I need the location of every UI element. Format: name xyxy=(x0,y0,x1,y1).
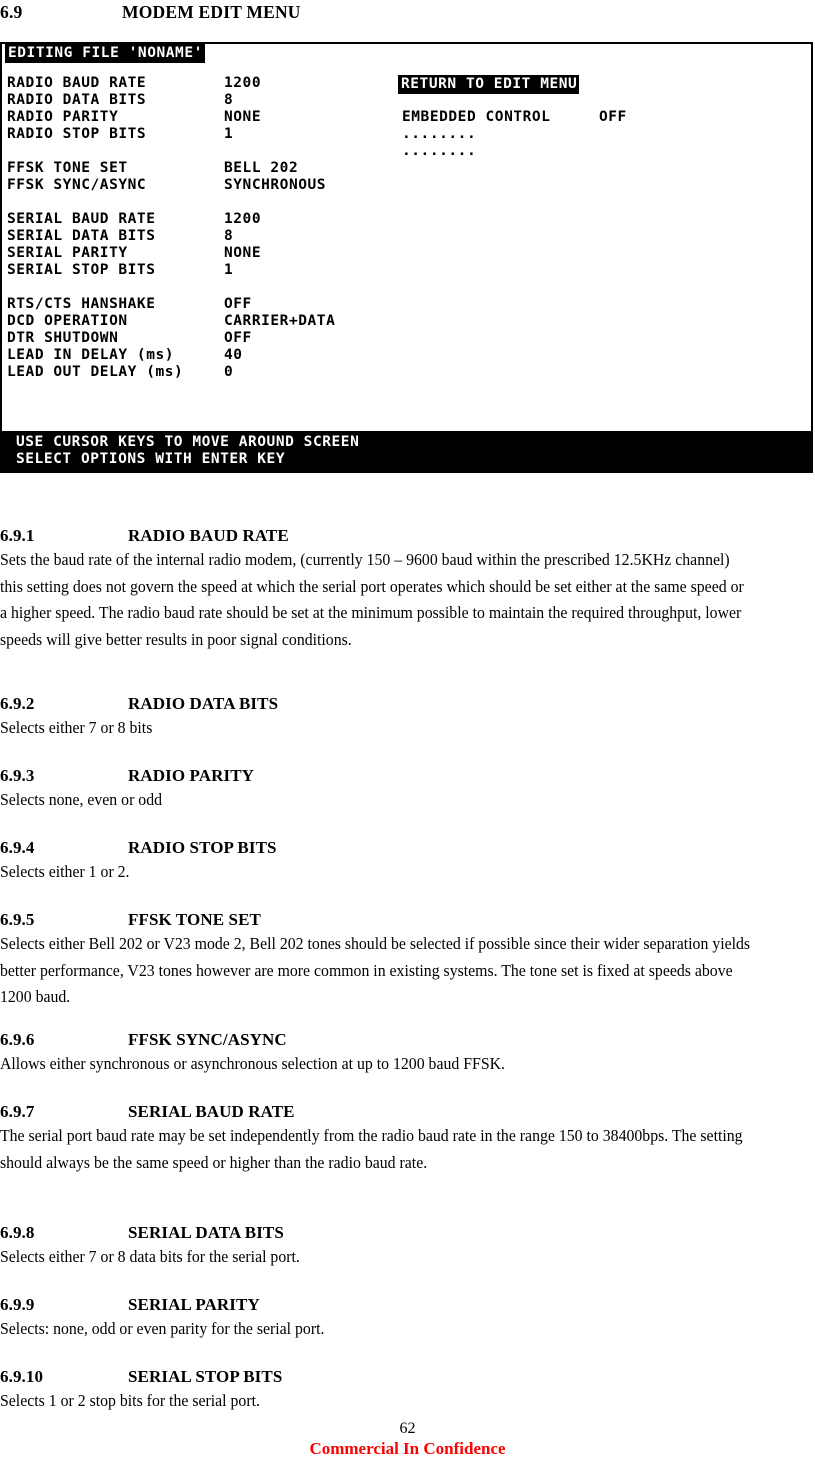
section-body: Allows either synchronous or asynchronou… xyxy=(0,1054,505,1073)
page-number: 62 xyxy=(399,1420,416,1437)
section-title: RADIO STOP BITS xyxy=(128,838,277,857)
section-heading: 6.9.3 RADIO PARITY xyxy=(0,764,815,787)
field-label-radio-baud-rate: RADIO BAUD RATE xyxy=(7,75,147,91)
section-number: 6.9.2 xyxy=(0,694,35,713)
field-value-rts-cts-handshake[interactable]: OFF xyxy=(224,296,252,313)
field-label-serial-baud-rate: SERIAL BAUD RATE xyxy=(7,211,156,227)
section-body: Selects either 7 or 8 bits xyxy=(0,718,153,737)
section-6-9-10: 6.9.10 SERIAL STOP BITS Selects 1 or 2 st… xyxy=(0,1365,815,1415)
section-6-9-1: 6.9.1 RADIO BAUD RATE Sets the baud rate … xyxy=(0,524,815,653)
section-number: 6.9.5 xyxy=(0,910,35,929)
section-heading: 6.9.7 SERIAL BAUD RATE xyxy=(0,1100,815,1123)
terminal-title-bar-label: EDITING FILE 'NONAME' xyxy=(5,44,205,63)
section-heading: 6.9.4 RADIO STOP BITS xyxy=(0,836,815,859)
section-title: RADIO DATA BITS xyxy=(128,694,279,713)
field-value-radio-data-bits[interactable]: 8 xyxy=(224,92,233,109)
section-body: Selects either 1 or 2. xyxy=(0,862,130,881)
section-number: 6.9.3 xyxy=(0,766,35,785)
modem-edit-menu-terminal: EDITING FILE 'NONAME' RADIO BAUD RATE RA… xyxy=(0,42,813,473)
section-heading: 6.9.5 FFSK TONE SET xyxy=(0,908,815,931)
section-number: 6.9.10 xyxy=(0,1367,44,1386)
field-label-serial-stop-bits: SERIAL STOP BITS xyxy=(7,262,156,278)
section-6-9-6: 6.9.6 FFSK SYNC/ASYNC Allows either synch… xyxy=(0,1028,815,1078)
page-title-text: MODEM EDIT MENU xyxy=(122,2,301,22)
field-value-ffsk-sync-async[interactable]: SYNCHRONOUS xyxy=(224,177,326,194)
terminal-help-line-2: SELECT OPTIONS WITH ENTER KEY xyxy=(16,451,286,467)
section-6-9-8: 6.9.8 SERIAL DATA BITS Selects either 7 o… xyxy=(0,1221,815,1271)
field-label-placeholder-2[interactable]: ........ xyxy=(402,143,476,160)
field-label-rts-cts-handshake: RTS/CTS HANSHAKE xyxy=(7,296,156,312)
field-label-radio-stop-bits: RADIO STOP BITS xyxy=(7,126,147,142)
section-body: Selects 1 or 2 stop bits for the serial … xyxy=(0,1391,260,1410)
section-number: 6.9.6 xyxy=(0,1030,35,1049)
field-label-placeholder-1[interactable]: ........ xyxy=(402,126,476,143)
field-label-radio-data-bits: RADIO DATA BITS xyxy=(7,92,147,108)
field-label-dtr-shutdown: DTR SHUTDOWN xyxy=(7,330,119,346)
section-title: FFSK SYNC/ASYNC xyxy=(128,1030,287,1049)
field-value-embedded-control[interactable]: OFF xyxy=(599,109,627,126)
section-heading: 6.9.1 RADIO BAUD RATE xyxy=(0,524,815,547)
section-number: 6.9.9 xyxy=(0,1295,35,1314)
field-value-serial-stop-bits[interactable]: 1 xyxy=(224,262,233,279)
section-title: SERIAL BAUD RATE xyxy=(128,1102,295,1121)
field-value-radio-stop-bits[interactable]: 1 xyxy=(224,126,233,143)
terminal-title-bar: EDITING FILE 'NONAME' xyxy=(5,44,205,63)
field-label-dcd-operation: DCD OPERATION xyxy=(7,313,128,329)
section-body: Selects none, even or odd xyxy=(0,790,163,809)
section-number: 6.9.8 xyxy=(0,1223,35,1242)
field-label-embedded-control: EMBEDDED CONTROL xyxy=(402,109,551,125)
field-label-radio-parity: RADIO PARITY xyxy=(7,109,119,125)
page-title-number: 6.9 xyxy=(0,2,23,22)
section-heading: 6.9.9 SERIAL PARITY xyxy=(0,1293,815,1316)
section-6-9-5: 6.9.5 FFSK TONE SET Selects either Bell 2… xyxy=(0,908,815,1011)
section-6-9-9: 6.9.9 SERIAL PARITY Selects: none, odd or… xyxy=(0,1293,815,1343)
page-title: 6.9 MODEM EDIT MENU xyxy=(0,0,815,26)
return-to-edit-menu-button[interactable]: RETURN TO EDIT MENU xyxy=(398,75,580,94)
section-title: RADIO PARITY xyxy=(128,766,255,785)
section-body: Selects: none, odd or even parity for th… xyxy=(0,1319,325,1338)
field-value-radio-parity[interactable]: NONE xyxy=(224,109,261,126)
field-value-serial-data-bits[interactable]: 8 xyxy=(224,228,233,245)
terminal-help-line-1: USE CURSOR KEYS TO MOVE AROUND SCREEN xyxy=(16,434,360,450)
section-body: Selects either Bell 202 or V23 mode 2, B… xyxy=(0,934,751,1006)
section-number: 6.9.4 xyxy=(0,838,35,857)
field-label-lead-in-delay: LEAD IN DELAY (ms) xyxy=(7,347,175,363)
return-to-edit-menu-label: RETURN TO EDIT MENU xyxy=(398,75,580,94)
section-body: Selects either 7 or 8 data bits for the … xyxy=(0,1247,300,1266)
section-heading: 6.9.2 RADIO DATA BITS xyxy=(0,692,815,715)
section-6-9-4: 6.9.4 RADIO STOP BITS Selects either 1 or… xyxy=(0,836,815,886)
field-label-lead-out-delay: LEAD OUT DELAY (ms) xyxy=(7,364,184,380)
field-value-radio-baud-rate[interactable]: 1200 xyxy=(224,75,261,92)
field-value-dtr-shutdown[interactable]: OFF xyxy=(224,330,252,347)
section-heading: 6.9.8 SERIAL DATA BITS xyxy=(0,1221,815,1244)
section-title: FFSK TONE SET xyxy=(128,910,261,929)
section-title: SERIAL PARITY xyxy=(128,1295,260,1314)
section-6-9-2: 6.9.2 RADIO DATA BITS Selects either 7 or… xyxy=(0,692,815,742)
field-value-dcd-operation[interactable]: CARRIER+DATA xyxy=(224,313,335,330)
section-heading: 6.9.6 FFSK SYNC/ASYNC xyxy=(0,1028,815,1051)
section-6-9-3: 6.9.3 RADIO PARITY Selects none, even or … xyxy=(0,764,815,814)
field-value-ffsk-tone-set[interactable]: BELL 202 xyxy=(224,160,298,177)
section-heading: 6.9.10 SERIAL STOP BITS xyxy=(0,1365,815,1388)
confidentiality-notice: Commercial In Confidence xyxy=(309,1439,506,1458)
field-value-serial-parity[interactable]: NONE xyxy=(224,245,261,262)
section-number: 6.9.1 xyxy=(0,526,35,545)
field-value-lead-out-delay[interactable]: 0 xyxy=(224,364,233,381)
section-body: Sets the baud rate of the internal radio… xyxy=(0,550,744,649)
field-value-serial-baud-rate[interactable]: 1200 xyxy=(224,211,261,228)
section-body: The serial port baud rate may be set ind… xyxy=(0,1126,743,1172)
field-label-serial-parity: SERIAL PARITY xyxy=(7,245,128,261)
section-number: 6.9.7 xyxy=(0,1102,35,1121)
section-title: SERIAL DATA BITS xyxy=(128,1223,284,1242)
field-value-lead-in-delay[interactable]: 40 xyxy=(224,347,243,364)
section-title: RADIO BAUD RATE xyxy=(128,526,289,545)
terminal-help-bar: USE CURSOR KEYS TO MOVE AROUND SCREEN SE… xyxy=(2,431,811,471)
terminal-screen: EDITING FILE 'NONAME' RADIO BAUD RATE RA… xyxy=(2,44,811,471)
field-label-ffsk-tone-set: FFSK TONE SET xyxy=(7,160,128,176)
field-label-ffsk-sync-async: FFSK SYNC/ASYNC xyxy=(7,177,147,193)
field-label-serial-data-bits: SERIAL DATA BITS xyxy=(7,228,156,244)
section-title: SERIAL STOP BITS xyxy=(128,1367,283,1386)
section-6-9-7: 6.9.7 SERIAL BAUD RATE The serial port ba… xyxy=(0,1100,815,1176)
